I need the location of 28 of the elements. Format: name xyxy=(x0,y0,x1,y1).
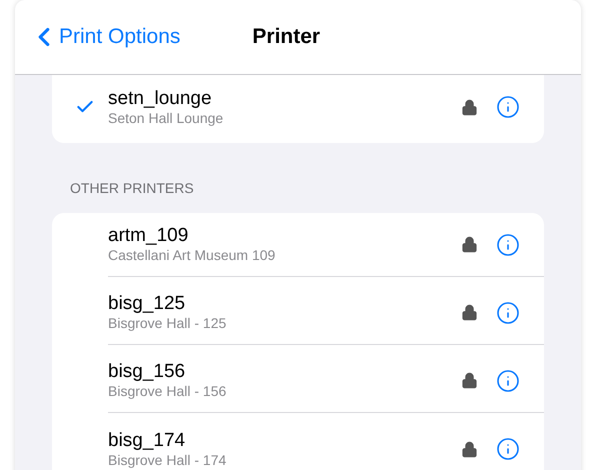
printer-item[interactable]: setn_lounge Seton Hall Lounge xyxy=(108,88,461,126)
lock-icon xyxy=(461,236,478,253)
printer-name: bisg_125 xyxy=(108,293,186,315)
lock-icon xyxy=(461,372,478,389)
printer-item[interactable]: bisg_125 Bisgrove Hall - 125 xyxy=(108,293,461,332)
printer-location: Bisgrove Hall - 125 xyxy=(108,315,228,332)
printer-name: bisg_156 xyxy=(108,361,186,383)
info-icon[interactable] xyxy=(496,300,520,324)
lock-icon xyxy=(461,304,478,321)
printer-name: artm_109 xyxy=(108,225,190,247)
info-icon[interactable] xyxy=(496,95,520,119)
info-icon[interactable] xyxy=(496,232,520,256)
info-icon[interactable] xyxy=(496,368,520,392)
printer-item[interactable]: bisg_174 Bisgrove Hall - 174 xyxy=(108,430,461,468)
printer-name: bisg_174 xyxy=(108,430,186,452)
printer-location: Bisgrove Hall - 156 xyxy=(108,383,228,400)
printer-location: Castellani Art Museum 109 xyxy=(108,247,276,264)
back-button[interactable]: Print Options xyxy=(29,21,180,53)
section-heading: OTHER PRINTERS xyxy=(70,180,194,196)
printer-name: setn_lounge xyxy=(108,88,213,110)
printer-location: Bisgrove Hall - 174 xyxy=(108,452,228,468)
lock-icon xyxy=(461,98,478,116)
page-title: Printer xyxy=(252,24,320,50)
lock-icon xyxy=(461,440,478,458)
info-icon[interactable] xyxy=(496,437,520,461)
printer-item[interactable]: bisg_156 Bisgrove Hall - 156 xyxy=(108,361,461,400)
printer-location: Seton Hall Lounge xyxy=(108,110,224,126)
printer-item[interactable]: artm_109 Castellani Art Museum 109 xyxy=(108,225,461,264)
